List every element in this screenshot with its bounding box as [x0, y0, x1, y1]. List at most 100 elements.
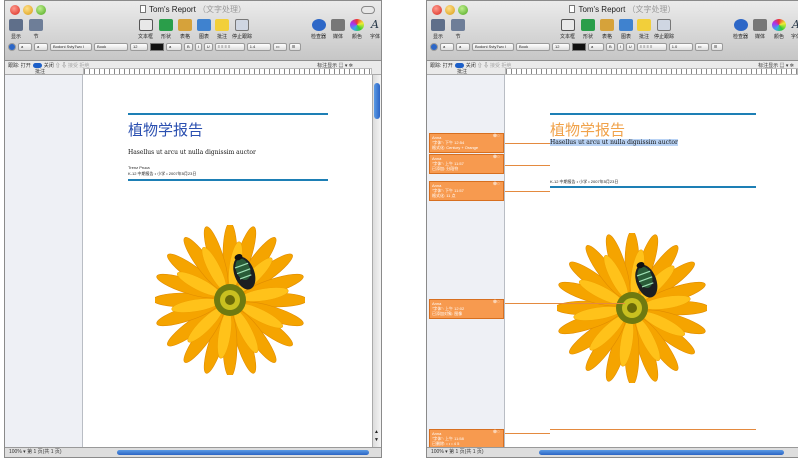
sections-button[interactable]: 节 — [29, 19, 43, 40]
comment-button[interactable]: 批注 — [215, 19, 229, 40]
style-drawer-icon[interactable] — [8, 42, 16, 51]
title-bar: Tom's Report （文字处理） 显示 节 文本框 形状 表格 图表 批注… — [5, 1, 381, 61]
comment-close-icon[interactable]: ⊗◌ — [493, 134, 500, 139]
scroll-thumb[interactable] — [374, 83, 380, 119]
list-popup[interactable]: ☰ — [288, 42, 301, 51]
text-color-well[interactable] — [150, 42, 164, 51]
chart-button[interactable]: 图表 — [619, 19, 633, 40]
textbox-button[interactable]: 文本框 — [138, 19, 153, 40]
chart-button[interactable]: 图表 — [197, 19, 211, 40]
comment-close-icon[interactable]: ⊗◌ — [493, 155, 500, 160]
inspector-button[interactable]: 检查器 — [311, 19, 326, 40]
document-info[interactable]: K-12 中期报告 • 小学 • 2007年5月23日 — [128, 171, 196, 177]
text-color-well[interactable] — [572, 42, 586, 51]
table-icon — [178, 19, 192, 31]
line-spacing-popup[interactable]: 1.0 — [668, 42, 693, 51]
document-page[interactable]: 植物学报告 Hasellus ut arcu ut nulla dignissi… — [83, 75, 372, 447]
comment-bubble[interactable]: ⊗◌ Anna "字体": 上午 12:02 已添加对象: 图像 — [429, 299, 504, 319]
document-subtitle[interactable]: Hasellus ut arcu ut nulla dignissim auct… — [128, 149, 256, 156]
char-color-popup[interactable]: a — [166, 42, 182, 51]
comment-connector — [505, 433, 550, 434]
comment-close-icon[interactable]: ⊗◌ — [493, 300, 500, 305]
alignment-buttons[interactable]: ≡ ≡ ≡ ≡ — [214, 42, 245, 51]
comment-bubble[interactable]: ⊗◌ Anna "字体": 上午 11:58 已删除: • • • 4 5 — [429, 429, 504, 449]
flower-image[interactable] — [557, 233, 707, 383]
document-title[interactable]: 植物学报告 — [128, 119, 203, 140]
list-style-popup[interactable]: a — [34, 42, 48, 51]
typeface-popup[interactable]: Book — [94, 42, 128, 51]
author-name[interactable]: Trenz Pruca — [128, 165, 150, 170]
comment-bubble[interactable]: ⊗◌ Anna "字体": 下午 12:54 格式化: Century + Oran… — [429, 133, 504, 153]
deleted-text-line — [550, 429, 756, 430]
window-title: Tom's Report （文字处理） — [5, 4, 381, 15]
alignment-buttons[interactable]: ≡ ≡ ≡ ≡ — [636, 42, 667, 51]
zoom-popup[interactable]: 100% — [9, 449, 22, 455]
top-rule — [128, 113, 328, 115]
char-color-popup[interactable]: a — [588, 42, 604, 51]
fonts-button[interactable]: A字体 — [368, 19, 381, 41]
columns-popup[interactable]: ▭ — [272, 42, 287, 51]
list-style-popup[interactable]: a — [456, 42, 470, 51]
table-button[interactable]: 表格 — [178, 19, 192, 40]
scroll-down-arrow[interactable]: ▼ — [374, 437, 379, 443]
media-button[interactable]: 媒体 — [753, 19, 767, 40]
bold-button[interactable]: B — [606, 42, 615, 51]
inspector-button[interactable]: 检查器 — [733, 19, 748, 40]
comment-button[interactable]: 批注 — [637, 19, 651, 40]
top-rule — [550, 113, 756, 115]
table-button[interactable]: 表格 — [600, 19, 614, 40]
document-page[interactable]: 植物学报告 Hasellus ut arcu ut nulla dignissi… — [505, 75, 798, 447]
bold-button[interactable]: B — [184, 42, 193, 51]
line-spacing-popup[interactable]: 1.4 — [246, 42, 271, 51]
view-button[interactable]: 显示 — [431, 19, 445, 40]
document-info[interactable]: K-12 中期报告 • 小学 • 2007年5月23日 — [550, 179, 618, 185]
comment-close-icon[interactable]: ⊗◌ — [493, 182, 500, 187]
chart-icon — [619, 19, 633, 31]
horizontal-ruler[interactable] — [83, 68, 372, 75]
colors-button[interactable]: 颜色 — [772, 19, 786, 40]
font-size-field[interactable]: 12 — [130, 42, 148, 51]
paragraph-style-popup[interactable]: a — [440, 42, 454, 51]
stop-tracking-button[interactable]: 停止跟踪 — [654, 19, 674, 40]
comment-bubble[interactable]: ⊗◌ Anna "字体": 下午 11:57 格式化: 11 点 — [429, 181, 504, 201]
italic-button[interactable]: I — [616, 42, 624, 51]
italic-button[interactable]: I — [194, 42, 202, 51]
textbox-button[interactable]: 文本框 — [560, 19, 575, 40]
underline-button[interactable]: U — [625, 42, 635, 51]
table-icon — [600, 19, 614, 31]
comment-close-icon[interactable]: ⊗◌ — [493, 430, 500, 435]
textbox-icon — [138, 19, 153, 31]
shapes-button[interactable]: 形状 — [581, 19, 595, 40]
document-window-1: Tom's Report （文字处理） 显示 节 文本框 形状 表格 图表 批注… — [4, 0, 382, 458]
vertical-scrollbar[interactable]: ▲ ▼ — [372, 75, 381, 447]
flower-image[interactable] — [155, 225, 305, 375]
shapes-icon — [581, 19, 595, 31]
document-subtitle[interactable]: Hasellus ut arcu ut nulla dignissim auct… — [550, 139, 678, 146]
style-drawer-icon[interactable] — [430, 42, 438, 51]
underline-button[interactable]: U — [203, 42, 213, 51]
horizontal-ruler[interactable] — [505, 68, 798, 75]
media-icon — [753, 19, 767, 31]
zoom-popup[interactable]: 100% — [431, 449, 444, 455]
fonts-button[interactable]: A字体 — [789, 19, 798, 41]
font-size-field[interactable]: 12 — [552, 42, 570, 51]
media-button[interactable]: 媒体 — [331, 19, 345, 40]
sections-button[interactable]: 节 — [451, 19, 465, 40]
horizontal-scrollbar[interactable] — [539, 450, 784, 455]
stop-tracking-button[interactable]: 停止跟踪 — [232, 19, 252, 40]
document-title[interactable]: 植物学报告 — [550, 119, 625, 140]
paragraph-style-popup[interactable]: a — [18, 42, 32, 51]
scroll-up-arrow[interactable]: ▲ — [374, 429, 379, 435]
horizontal-scrollbar[interactable] — [117, 450, 369, 455]
font-family-popup[interactable]: Bodoni SvtyTwo I — [50, 42, 92, 51]
columns-popup[interactable]: ▭ — [694, 42, 709, 51]
view-button[interactable]: 显示 — [9, 19, 23, 40]
list-popup[interactable]: ☰ — [710, 42, 723, 51]
font-family-popup[interactable]: Bodoni SvtyTwo I — [472, 42, 514, 51]
comment-bubble[interactable]: ⊗◌ Anna "字体": 上午 11:57 已添加: 分段符 — [429, 154, 504, 174]
comment-connector — [505, 165, 550, 166]
shapes-button[interactable]: 形状 — [159, 19, 173, 40]
typeface-popup[interactable]: Book — [516, 42, 550, 51]
title-bar: Tom's Report （文字处理） 显示 节 文本框 形状 表格 图表 批注… — [427, 1, 798, 61]
colors-button[interactable]: 颜色 — [350, 19, 364, 40]
